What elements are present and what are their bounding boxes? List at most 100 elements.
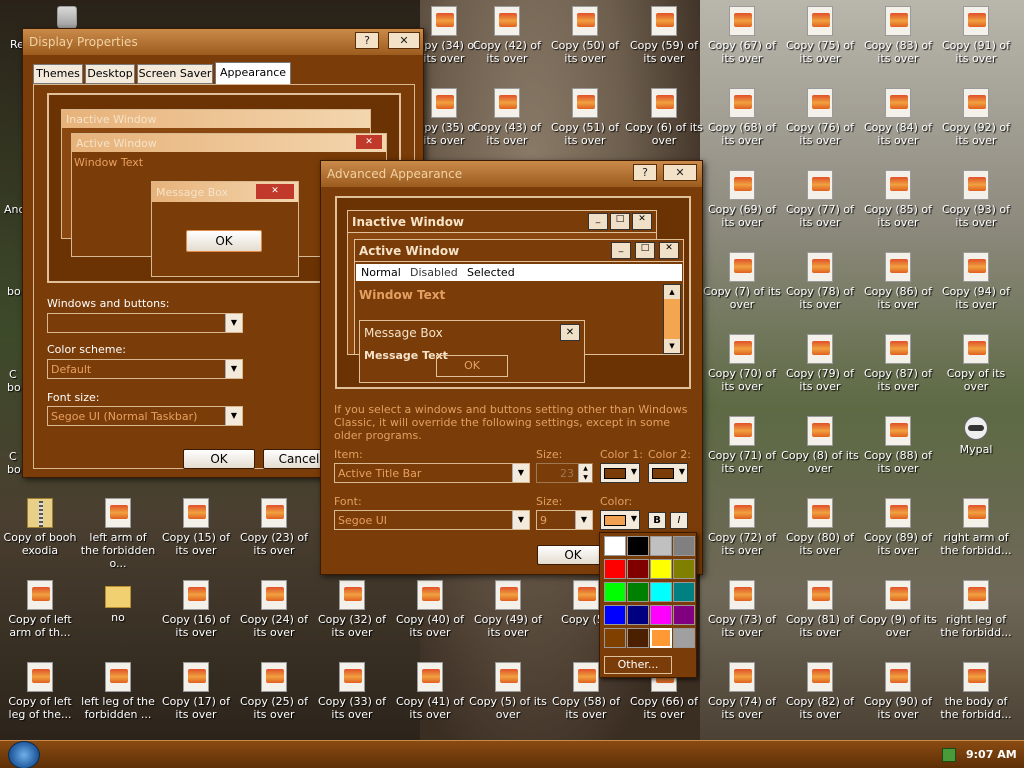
palette-swatch[interactable] — [627, 559, 649, 579]
palette-swatch[interactable] — [673, 582, 695, 602]
desktop-icon[interactable]: right arm of the forbidd... — [937, 496, 1015, 557]
close-button[interactable]: ✕ — [388, 32, 420, 49]
item-select[interactable]: Active Title Bar ▼ — [334, 463, 530, 483]
palette-swatch[interactable] — [650, 559, 672, 579]
desktop-icon[interactable]: Copy (49) of its over — [469, 578, 547, 639]
desktop-icon[interactable]: Copy (73) of its over — [703, 578, 781, 639]
desktop-icon[interactable]: Copy (59) of its over — [625, 4, 703, 65]
desktop-icon[interactable]: Copy (86) of its over — [859, 250, 937, 311]
chevron-down-icon[interactable]: ▼ — [512, 464, 529, 482]
desktop-icon[interactable]: Copy (7) of its over — [703, 250, 781, 311]
tab-themes[interactable]: Themes — [33, 64, 83, 84]
desktop-icon[interactable]: Copy (50) of its over — [546, 4, 624, 65]
clock[interactable]: 9:07 AM — [966, 748, 1017, 761]
palette-swatch[interactable] — [627, 536, 649, 556]
desktop-icon[interactable]: Copy (68) of its over — [703, 86, 781, 147]
desktop-icon[interactable]: Copy (85) of its over — [859, 168, 937, 229]
desktop-icon[interactable]: Copy (91) of its over — [937, 4, 1015, 65]
palette-swatch[interactable] — [604, 605, 626, 625]
desktop-icon[interactable]: Copy (88) of its over — [859, 414, 937, 475]
palette-swatch[interactable] — [604, 628, 626, 648]
other-colors-button[interactable]: Other... — [604, 656, 672, 674]
desktop-icon[interactable]: Copy (87) of its over — [859, 332, 937, 393]
desktop-icon[interactable]: Copy (89) of its over — [859, 496, 937, 557]
chevron-down-icon[interactable]: ▼ — [575, 511, 592, 529]
palette-swatch[interactable] — [650, 536, 672, 556]
desktop-icon[interactable]: Copy (80) of its over — [781, 496, 859, 557]
desktop-icon[interactable]: Copy of left arm of th... — [1, 578, 79, 639]
color-scheme-select[interactable]: Default ▼ — [47, 359, 243, 379]
desktop-icon[interactable]: Copy (40) of its over — [391, 578, 469, 639]
desktop-icon[interactable]: Copy of its over — [937, 332, 1015, 393]
desktop-icon[interactable]: the body of the forbidd... — [937, 660, 1015, 721]
desktop-icon[interactable]: Copy (90) of its over — [859, 660, 937, 721]
palette-swatch[interactable] — [650, 605, 672, 625]
color2-button[interactable]: ▼ — [648, 463, 688, 483]
desktop-icon[interactable]: Copy (67) of its over — [703, 4, 781, 65]
ok-button[interactable]: OK — [183, 449, 255, 469]
palette-swatch[interactable] — [650, 582, 672, 602]
desktop-icon[interactable]: Copy (9) of its over — [859, 578, 937, 639]
desktop-icon[interactable]: Copy (94) of its over — [937, 250, 1015, 311]
desktop-icon[interactable]: Copy (33) of its over — [313, 660, 391, 721]
desktop-icon[interactable]: Copy (82) of its over — [781, 660, 859, 721]
tab-appearance[interactable]: Appearance — [215, 62, 291, 84]
desktop-icon[interactable]: Copy (8) of its over — [781, 414, 859, 475]
windows-buttons-select[interactable]: ▼ — [47, 313, 243, 333]
desktop-icon[interactable]: Copy (43) of its over — [468, 86, 546, 147]
desktop-icon[interactable]: Copy (41) of its over — [391, 660, 469, 721]
desktop-icon[interactable]: Copy (24) of its over — [235, 578, 313, 639]
desktop-icon[interactable]: left leg of the forbidden ... — [79, 660, 157, 721]
desktop-icon[interactable]: Copy (71) of its over — [703, 414, 781, 475]
desktop-icon[interactable]: Mypal — [937, 414, 1015, 456]
desktop-icon[interactable]: no — [79, 578, 157, 624]
desktop-icon[interactable]: Copy (5) of its over — [469, 660, 547, 721]
desktop-icon[interactable]: right leg of the forbidd... — [937, 578, 1015, 639]
desktop-icon[interactable]: Copy (83) of its over — [859, 4, 937, 65]
start-button[interactable] — [8, 741, 40, 768]
tab-screen-saver[interactable]: Screen Saver — [137, 64, 213, 84]
chevron-down-icon[interactable]: ▼ — [225, 407, 242, 425]
desktop-icon[interactable]: Copy of booh exodia — [1, 496, 79, 557]
desktop-icon[interactable]: left arm of the forbidden o... — [79, 496, 157, 570]
bold-button[interactable]: B — [648, 512, 666, 529]
desktop-icon[interactable]: Copy of left leg of the... — [1, 660, 79, 721]
desktop-icon[interactable]: Copy (15) of its over — [157, 496, 235, 557]
chevron-down-icon[interactable]: ▼ — [225, 360, 242, 378]
palette-swatch[interactable] — [650, 628, 672, 648]
palette-swatch[interactable] — [604, 582, 626, 602]
network-icon[interactable] — [942, 748, 956, 762]
desktop-icon[interactable]: Copy (70) of its over — [703, 332, 781, 393]
palette-swatch[interactable] — [673, 559, 695, 579]
palette-swatch[interactable] — [673, 628, 695, 648]
chevron-down-icon[interactable]: ▼ — [225, 314, 242, 332]
desktop-icon[interactable]: Copy (32) of its over — [313, 578, 391, 639]
desktop-icon[interactable]: Copy (17) of its over — [157, 660, 235, 721]
desktop-icon[interactable]: Copy (75) of its over — [781, 4, 859, 65]
tab-desktop[interactable]: Desktop — [85, 64, 135, 84]
desktop-icon[interactable]: Copy (23) of its over — [235, 496, 313, 557]
font-color-button[interactable]: ▼ — [600, 510, 640, 530]
font-select[interactable]: Segoe UI ▼ — [334, 510, 530, 530]
help-button[interactable]: ? — [633, 164, 657, 181]
title-bar[interactable]: Display Properties ? ✕ — [23, 29, 423, 55]
palette-swatch[interactable] — [604, 536, 626, 556]
palette-swatch[interactable] — [627, 605, 649, 625]
palette-swatch[interactable] — [627, 628, 649, 648]
desktop-icon[interactable]: Copy (69) of its over — [703, 168, 781, 229]
desktop-icon[interactable]: Copy (84) of its over — [859, 86, 937, 147]
palette-swatch[interactable] — [673, 605, 695, 625]
spinner-arrows-icon[interactable]: ▲ ▼ — [578, 464, 592, 482]
close-button[interactable]: ✕ — [663, 164, 697, 181]
font-size-select[interactable]: 9 ▼ — [536, 510, 593, 530]
desktop-icon[interactable]: Copy (77) of its over — [781, 168, 859, 229]
desktop-icon[interactable]: Copy (93) of its over — [937, 168, 1015, 229]
desktop-icon[interactable]: Copy (16) of its over — [157, 578, 235, 639]
desktop-icon[interactable]: Copy (79) of its over — [781, 332, 859, 393]
desktop-icon[interactable]: Copy (51) of its over — [546, 86, 624, 147]
help-button[interactable]: ? — [355, 32, 379, 49]
font-size-select[interactable]: Segoe UI (Normal Taskbar) ▼ — [47, 406, 243, 426]
color1-button[interactable]: ▼ — [600, 463, 640, 483]
desktop-icon[interactable]: Copy (6) of its over — [625, 86, 703, 147]
desktop-icon[interactable]: Copy (42) of its over — [468, 4, 546, 65]
